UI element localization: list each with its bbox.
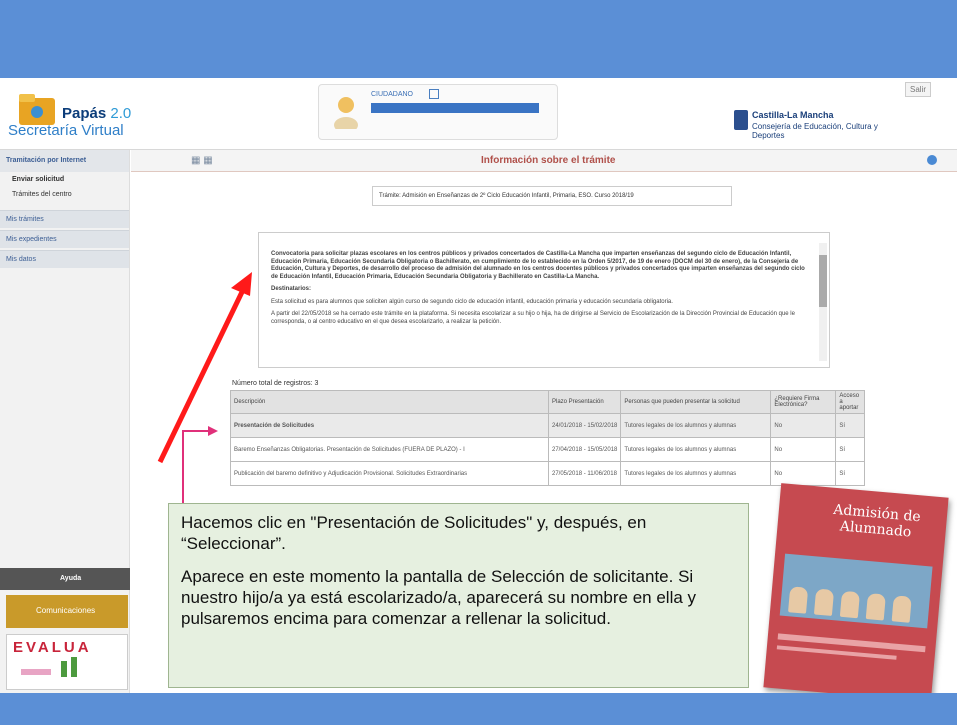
sidebar: Tramitación por Internet Enviar solicitu… bbox=[0, 150, 130, 693]
sidebar-group-mis-expedientes[interactable]: Mis expedientes bbox=[0, 230, 129, 248]
table-row[interactable]: Publicación del baremo definitivo y Adju… bbox=[230, 461, 865, 486]
user-name-redacted bbox=[371, 103, 539, 113]
app-name: Papás 2.0 bbox=[62, 105, 132, 122]
sidebar-group-mis-tramites[interactable]: Mis trámites bbox=[0, 210, 129, 228]
col-firma: ¿Requiere Firma Electrónica? bbox=[770, 390, 837, 414]
pointer-line bbox=[182, 430, 212, 503]
user-card: CIUDADANO bbox=[318, 84, 558, 140]
sidebar-group-mis-datos[interactable]: Mis datos bbox=[0, 250, 129, 268]
record-count: Número total de registros: 3 bbox=[232, 380, 319, 387]
tramite-label: Trámite: Admisión en Enseñanzas de 2º Ci… bbox=[372, 186, 732, 206]
communications-button[interactable]: Comunicaciones bbox=[6, 595, 128, 628]
callout-note: Aparece en este momento la pantalla de S… bbox=[181, 567, 697, 628]
help-icon[interactable] bbox=[927, 155, 937, 165]
info-paragraph: A partir del 22/05/2018 se ha cerrado es… bbox=[271, 311, 795, 325]
col-descripcion: Descripción bbox=[230, 390, 549, 414]
help-button[interactable]: Ayuda bbox=[0, 568, 130, 590]
edit-icon[interactable] bbox=[429, 89, 439, 99]
table-row[interactable]: Presentación de Solicitudes 24/01/2018 -… bbox=[230, 413, 865, 438]
admission-booklet-image: Admisión de Alumnado bbox=[763, 483, 949, 702]
col-plazo: Plazo Presentación bbox=[547, 390, 622, 414]
sidebar-section[interactable]: Tramitación por Internet bbox=[0, 150, 129, 172]
callout-step: Hacemos clic en "Presentación de Solicit… bbox=[181, 513, 647, 553]
table-row[interactable]: Baremo Enseñanzas Obligatorias. Presenta… bbox=[230, 437, 865, 462]
info-heading: Destinatarios: bbox=[271, 286, 312, 292]
bottom-band bbox=[0, 693, 957, 725]
region-logo: Castilla-La Mancha Consejería de Educaci… bbox=[730, 106, 900, 140]
evalua-banner[interactable]: EVALUA bbox=[6, 634, 128, 690]
info-paragraph: Convocatoria para solicitar plazas escol… bbox=[271, 251, 805, 280]
user-label: CIUDADANO bbox=[371, 91, 414, 98]
folder-logo-icon bbox=[19, 94, 55, 125]
pointer-head bbox=[208, 426, 218, 436]
col-acceso: Acceso a aportar bbox=[835, 390, 865, 414]
logout-button[interactable]: Salir bbox=[905, 82, 932, 97]
app-header: Papás 2.0 Secretaría Virtual CIUDADANO C… bbox=[0, 78, 957, 150]
info-panel: Convocatoria para solicitar plazas escol… bbox=[258, 232, 830, 368]
page-title: Información sobre el trámite bbox=[481, 155, 616, 166]
crest-icon bbox=[734, 110, 748, 130]
red-arrow-head bbox=[231, 272, 252, 296]
instruction-callout: Hacemos clic en "Presentación de Solicit… bbox=[168, 503, 749, 688]
top-band bbox=[0, 0, 957, 78]
view-toggle-icon[interactable]: ▦ ▦ bbox=[191, 155, 213, 166]
main-title-bar: ▦ ▦ Información sobre el trámite bbox=[131, 150, 957, 172]
col-personas: Personas que pueden presentar la solicit… bbox=[620, 390, 772, 414]
app-subtitle: Secretaría Virtual bbox=[8, 122, 124, 139]
sidebar-item-tramites-centro[interactable]: Trámites del centro bbox=[0, 187, 129, 202]
sidebar-item-enviar[interactable]: Enviar solicitud bbox=[0, 172, 129, 187]
user-avatar-icon bbox=[334, 97, 358, 129]
info-scrollbar[interactable] bbox=[819, 243, 827, 361]
info-paragraph: Esta solicitud es para alumnos que solic… bbox=[271, 298, 673, 305]
tramites-table: Descripción Plazo Presentación Personas … bbox=[230, 390, 865, 486]
